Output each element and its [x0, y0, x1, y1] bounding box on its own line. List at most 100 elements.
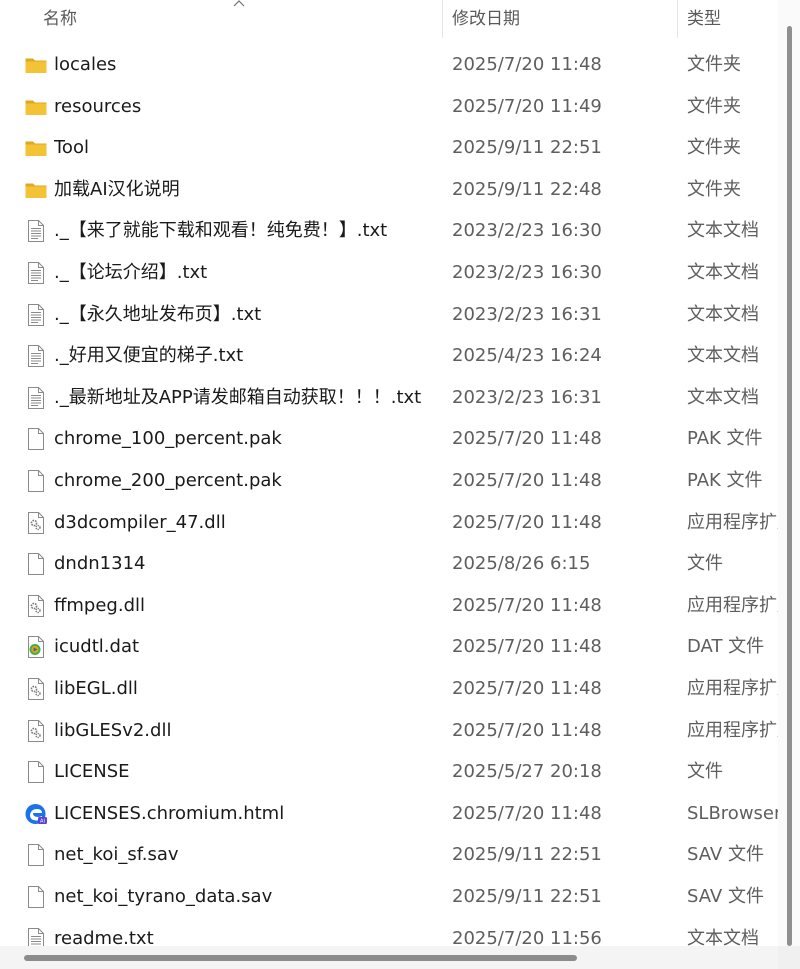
media-file-icon: [24, 635, 48, 659]
sort-ascending-icon: [233, 0, 245, 7]
file-row[interactable]: libEGL.dll 2025/7/20 11:48 应用程序扩展: [0, 668, 778, 710]
file-type: PAK 文件: [687, 428, 763, 450]
file-modified-date: 2025/7/20 11:48: [452, 511, 602, 533]
file-name: ._【来了就能下载和观看！纯免费！】.txt: [54, 220, 388, 242]
file-modified-date: 2023/2/23 16:31: [452, 386, 602, 408]
file-name: locales: [54, 54, 117, 75]
file-name: LICENSES.chromium.html: [54, 802, 285, 824]
file-name: ffmpeg.dll: [54, 594, 146, 616]
file-type: 文本文档: [687, 345, 759, 367]
dll-file-icon: [24, 594, 48, 618]
text-file-icon: [24, 261, 48, 285]
file-modified-date: 2025/7/20 11:48: [452, 470, 602, 491]
file-type: 文件夹: [687, 178, 741, 200]
file-modified-date: 2025/7/20 11:48: [452, 802, 602, 824]
file-row[interactable]: ffmpeg.dll 2025/7/20 11:48 应用程序扩展: [0, 585, 778, 627]
file-type: DAT 文件: [687, 636, 765, 658]
file-name: ._【永久地址发布页】.txt: [54, 303, 262, 325]
file-row[interactable]: ._好用又便宜的梯子.txt 2025/4/23 16:24 文本文档: [0, 335, 778, 377]
file-modified-date: 2025/9/11 22:51: [452, 886, 602, 907]
file-row[interactable]: ._【永久地址发布页】.txt 2023/2/23 16:31 文本文档: [0, 294, 778, 336]
file-modified-date: 2025/5/27 20:18: [452, 761, 602, 783]
file-type: 应用程序扩展: [687, 594, 778, 616]
file-modified-date: 2025/9/11 22:51: [452, 844, 602, 866]
file-type: 文件: [687, 761, 723, 783]
file-row[interactable]: libGLESv2.dll 2025/7/20 11:48 应用程序扩展: [0, 710, 778, 752]
file-row[interactable]: LICENSE 2025/5/27 20:18 文件: [0, 751, 778, 793]
file-type: 文件: [687, 553, 723, 575]
file-modified-date: 2025/7/20 11:48: [452, 678, 602, 699]
file-row[interactable]: icudtl.dat 2025/7/20 11:48 DAT 文件: [0, 626, 778, 668]
column-header-type[interactable]: 类型: [687, 0, 721, 38]
dll-file-icon: [24, 677, 48, 701]
file-name: dndn1314: [54, 553, 146, 575]
file-name: resources: [54, 95, 142, 117]
file-type: SLBrowser: [687, 802, 778, 824]
file-type: 文本文档: [687, 386, 759, 408]
file-name: chrome_200_percent.pak: [54, 470, 282, 491]
column-header-name[interactable]: 名称: [43, 0, 77, 38]
file-type: SAV 文件: [687, 844, 764, 866]
file-name: libGLESv2.dll: [54, 719, 172, 741]
file-row[interactable]: ._【来了就能下载和观看！纯免费！】.txt 2023/2/23 16:30 文本文…: [0, 210, 778, 252]
file-row[interactable]: net_koi_tyrano_data.sav 2025/9/11 22:51 SA…: [0, 876, 778, 918]
blank-file-icon: [24, 760, 48, 784]
file-modified-date: 2025/7/20 11:48: [452, 636, 602, 658]
file-name: chrome_100_percent.pak: [54, 428, 282, 450]
file-row[interactable]: chrome_200_percent.pak 2025/7/20 11:48 PAK…: [0, 460, 778, 502]
column-divider[interactable]: [677, 0, 678, 38]
file-name: net_koi_tyrano_data.sav: [54, 886, 273, 907]
blank-file-icon: [24, 843, 48, 867]
file-row[interactable]: chrome_100_percent.pak 2025/7/20 11:48 PAK…: [0, 418, 778, 460]
file-type: 文本文档: [687, 303, 759, 325]
file-modified-date: 2025/9/11 22:48: [452, 178, 602, 200]
file-modified-date: 2025/7/20 11:48: [452, 54, 602, 75]
svg-text:AI: AI: [40, 818, 45, 824]
blank-file-icon: [24, 469, 48, 493]
folder-icon: [24, 178, 48, 202]
file-modified-date: 2025/7/20 11:48: [452, 428, 602, 450]
file-type: PAK 文件: [687, 470, 763, 491]
file-modified-date: 2025/4/23 16:24: [452, 345, 602, 367]
column-divider[interactable]: [442, 0, 443, 38]
file-modified-date: 2023/2/23 16:30: [452, 220, 602, 242]
file-type: 文本文档: [687, 220, 759, 242]
file-row[interactable]: AI LICENSES.chromium.html 2025/7/20 11:48 S…: [0, 793, 778, 835]
blank-file-icon: [24, 427, 48, 451]
file-row[interactable]: dndn1314 2025/8/26 6:15 文件: [0, 543, 778, 585]
text-file-icon: [24, 303, 48, 327]
folder-icon: [24, 53, 48, 77]
file-row[interactable]: Tool 2025/9/11 22:51 文件夹: [0, 127, 778, 169]
file-row[interactable]: ._【论坛介绍】.txt 2023/2/23 16:30 文本文档: [0, 252, 778, 294]
horizontal-scrollbar[interactable]: [0, 946, 778, 969]
file-modified-date: 2025/8/26 6:15: [452, 553, 591, 575]
vertical-scroll-thumb[interactable]: [787, 26, 792, 946]
file-name: icudtl.dat: [54, 636, 140, 658]
file-row[interactable]: resources 2025/7/20 11:49 文件夹: [0, 86, 778, 128]
file-row[interactable]: net_koi_sf.sav 2025/9/11 22:51 SAV 文件: [0, 834, 778, 876]
file-name: libEGL.dll: [54, 678, 138, 699]
folder-icon: [24, 95, 48, 119]
file-type: 文本文档: [687, 262, 759, 283]
file-name: LICENSE: [54, 761, 130, 783]
column-header-date[interactable]: 修改日期: [452, 0, 520, 38]
dll-file-icon: [24, 719, 48, 743]
vertical-scrollbar[interactable]: [778, 0, 800, 969]
file-modified-date: 2025/9/11 22:51: [452, 137, 602, 159]
blank-file-icon: [24, 552, 48, 576]
text-file-icon: [24, 344, 48, 368]
browser-file-icon: AI: [24, 802, 48, 826]
file-modified-date: 2023/2/23 16:30: [452, 262, 602, 283]
text-file-icon: [24, 386, 48, 410]
file-row[interactable]: 加载AI汉化说明 2025/9/11 22:48 文件夹: [0, 169, 778, 211]
file-modified-date: 2025/7/20 11:48: [452, 594, 602, 616]
file-type: 应用程序扩展: [687, 511, 778, 533]
file-row[interactable]: d3dcompiler_47.dll 2025/7/20 11:48 应用程序扩展: [0, 502, 778, 544]
file-row[interactable]: ._最新地址及APP请发邮箱自动获取！！！.txt 2023/2/23 16:31…: [0, 377, 778, 419]
dll-file-icon: [24, 511, 48, 535]
file-name: net_koi_sf.sav: [54, 844, 179, 866]
file-type: 文件夹: [687, 54, 741, 75]
file-row[interactable]: locales 2025/7/20 11:48 文件夹: [0, 44, 778, 86]
blank-file-icon: [24, 885, 48, 909]
horizontal-scroll-thumb[interactable]: [24, 955, 577, 961]
